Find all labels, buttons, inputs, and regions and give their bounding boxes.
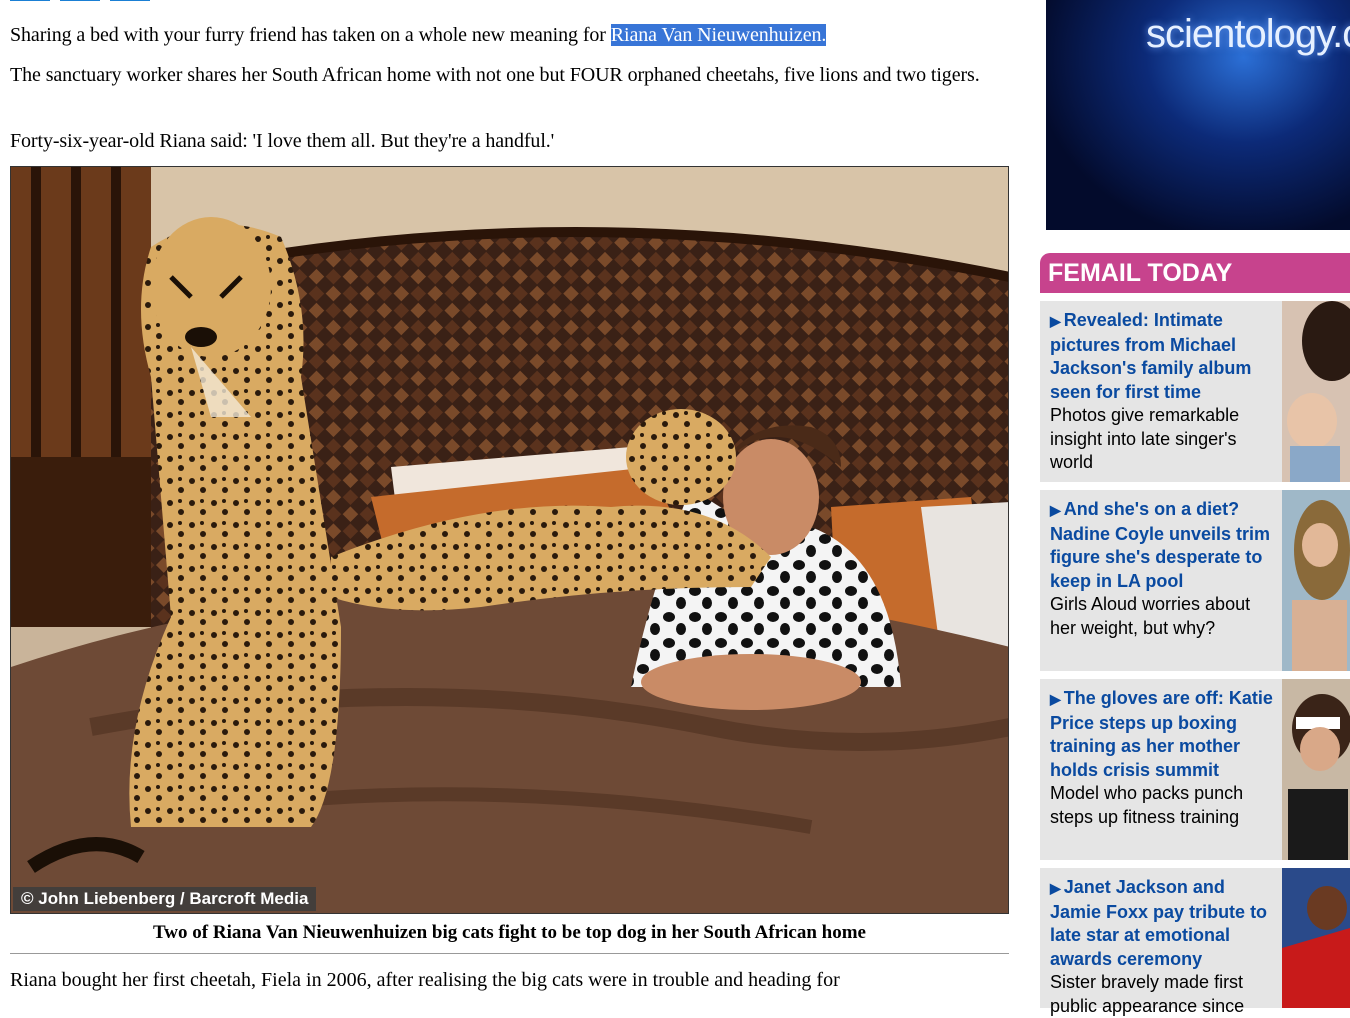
femail-today-header[interactable]: FEMAIL TODAY: [1040, 253, 1350, 293]
story-thumbnail[interactable]: [1282, 679, 1350, 860]
article-paragraph-3: Forty-six-year-old Riana said: 'I love t…: [10, 130, 555, 152]
article-paragraph-2: The sanctuary worker shares her South Af…: [10, 64, 980, 86]
ad-logo-text: scientology.o: [1146, 12, 1350, 56]
story-summary: Model who packs punch steps up fitness t…: [1050, 783, 1244, 827]
story-summary: Sister bravely made first public appeara…: [1050, 972, 1245, 1016]
femail-story[interactable]: ▶ The gloves are off: Katie Price steps u…: [1040, 679, 1350, 860]
thumbnail-image: [1282, 301, 1350, 482]
story-summary: Girls Aloud worries about her weight, bu…: [1050, 594, 1251, 638]
article-photo[interactable]: © John Liebenberg / Barcroft Media: [10, 166, 1009, 914]
femail-story[interactable]: ▶ And she's on a diet? Nadine Coyle unvei…: [1040, 490, 1350, 671]
article-paragraph-4: Riana bought her first cheetah, Fiela in…: [10, 969, 840, 991]
story-headline-link[interactable]: ▶ The gloves are off: Katie Price steps u…: [1050, 687, 1280, 782]
story-thumbnail[interactable]: [1282, 490, 1350, 671]
story-thumbnail[interactable]: [1282, 868, 1350, 1008]
play-arrow-icon: ▶: [1050, 691, 1061, 707]
story-headline-link[interactable]: ▶ Janet Jackson and Jamie Foxx pay tribut…: [1050, 876, 1280, 971]
thumbnail-image: [1282, 868, 1350, 1008]
story-headline-link[interactable]: ▶ And she's on a diet? Nadine Coyle unvei…: [1050, 498, 1280, 593]
play-arrow-icon: ▶: [1050, 502, 1061, 518]
cheetah-bed-photo: [11, 167, 1008, 913]
photo-credit: © John Liebenberg / Barcroft Media: [13, 887, 317, 911]
story-thumbnail[interactable]: [1282, 301, 1350, 482]
scientology-ad[interactable]: scientology.o: [1046, 0, 1350, 230]
story-summary: Photos give remarkable insight into late…: [1050, 405, 1240, 472]
play-arrow-icon: ▶: [1050, 313, 1061, 329]
article-paragraph-1: Sharing a bed with your furry friend has…: [10, 24, 827, 46]
femail-title: FEMAIL TODAY: [1048, 259, 1233, 287]
thumbnail-image: [1282, 490, 1350, 671]
femail-story[interactable]: ▶ Janet Jackson and Jamie Foxx pay tribut…: [1040, 868, 1350, 1016]
selected-text[interactable]: Riana Van Nieuwenhuizen.: [610, 24, 826, 46]
photo-caption: Two of Riana Van Nieuwenhuizen big cats …: [153, 922, 866, 943]
story-headline-link[interactable]: ▶ Revealed: Intimate pictures from Michae…: [1050, 309, 1280, 404]
cut-off-header: [10, 0, 310, 6]
thumbnail-image: [1282, 679, 1350, 860]
caption-divider: [10, 953, 1009, 954]
femail-story[interactable]: ▶ Revealed: Intimate pictures from Michae…: [1040, 301, 1350, 482]
play-arrow-icon: ▶: [1050, 880, 1061, 896]
